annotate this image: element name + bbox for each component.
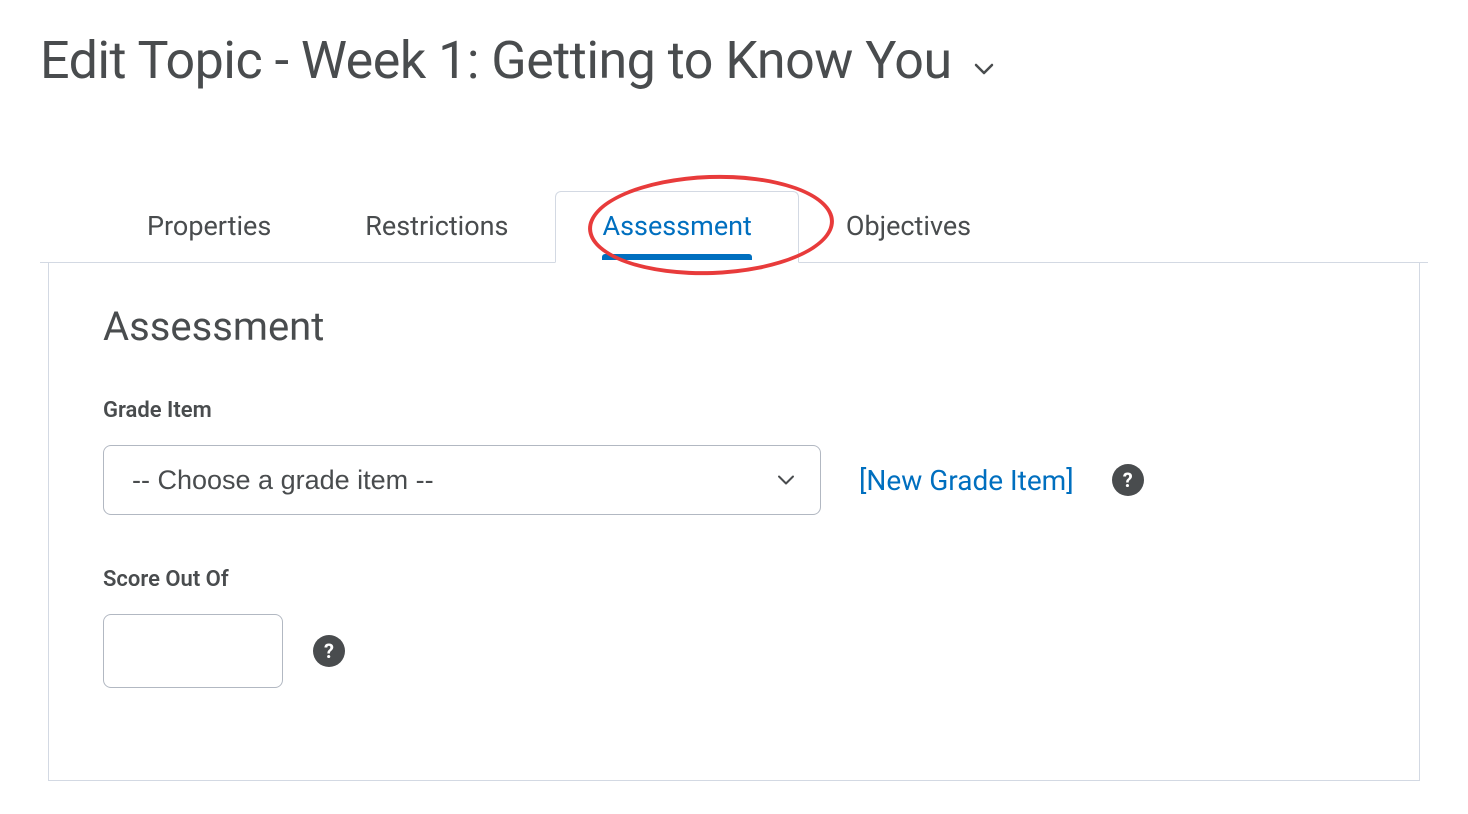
score-field: Score Out Of ? (103, 567, 1365, 688)
grade-item-field: Grade Item -- Choose a grade item -- [Ne… (103, 398, 1365, 515)
content-panel: Assessment Grade Item -- Choose a grade … (48, 263, 1420, 781)
chevron-down-icon[interactable] (972, 57, 996, 81)
help-icon[interactable]: ? (1112, 464, 1144, 496)
page-title-row: Edit Topic - Week 1: Getting to Know You (40, 30, 1428, 91)
grade-item-label: Grade Item (103, 398, 1365, 423)
tab-assessment[interactable]: Assessment (555, 191, 798, 263)
new-grade-item-link[interactable]: [New Grade Item] (859, 464, 1074, 497)
grade-item-select-wrapper: -- Choose a grade item -- (103, 445, 821, 515)
tab-properties[interactable]: Properties (100, 191, 318, 262)
score-input[interactable] (103, 614, 283, 688)
tab-objectives[interactable]: Objectives (799, 191, 1018, 262)
tabs-bar: Properties Restrictions Assessment Objec… (40, 191, 1428, 263)
grade-item-select[interactable]: -- Choose a grade item -- (103, 445, 821, 515)
score-label: Score Out Of (103, 567, 1365, 592)
help-icon[interactable]: ? (313, 635, 345, 667)
page-title: Edit Topic - Week 1: Getting to Know You (40, 30, 952, 91)
tab-restrictions[interactable]: Restrictions (318, 191, 555, 262)
section-heading: Assessment (103, 303, 1365, 350)
